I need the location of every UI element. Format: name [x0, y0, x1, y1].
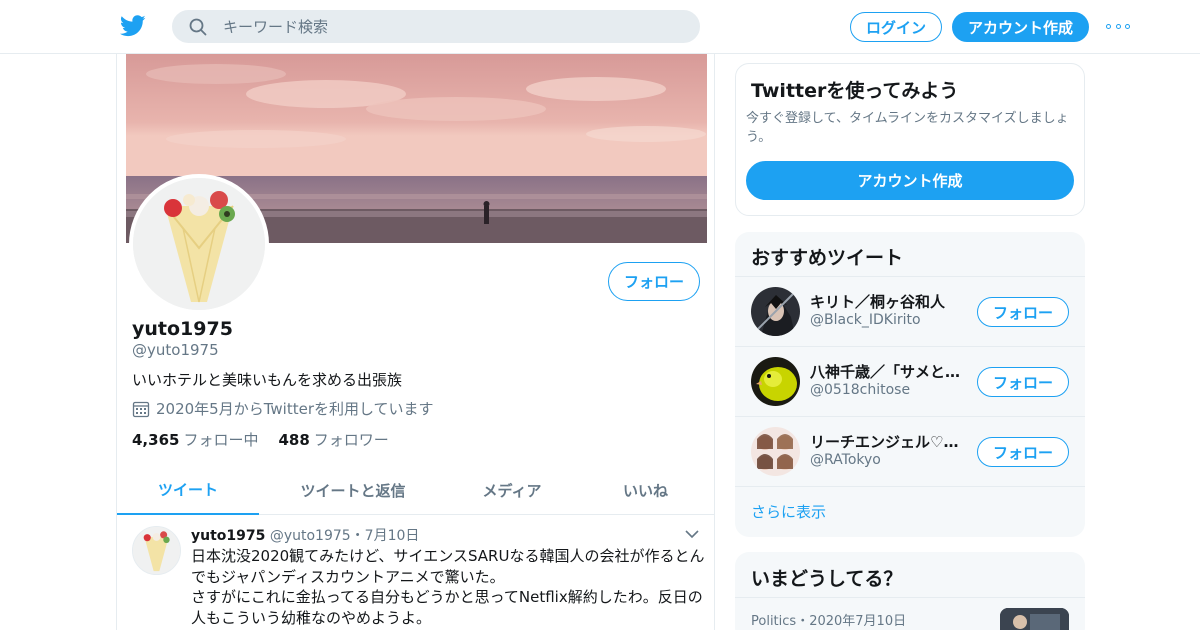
tweet-author-name[interactable]: yuto1975	[191, 528, 265, 544]
crepe-avatar-image	[133, 178, 265, 310]
tweet-text: 日本沈没2020観てみたけど、サイエンスSARUなる韓国人の会社が作るとん でも…	[191, 546, 706, 628]
profile-display-name[interactable]: yuto1975	[132, 318, 233, 340]
group-photo-avatar-image	[751, 427, 800, 476]
calendar-icon	[132, 401, 150, 417]
followers-label: フォロワー	[313, 431, 389, 449]
chevron-down-icon[interactable]	[684, 529, 700, 539]
profile-avatar[interactable]	[129, 174, 269, 314]
followers-stat[interactable]: 488 フォロワー	[278, 429, 388, 450]
signup-card-button[interactable]: アカウント作成	[746, 161, 1074, 200]
suggested-handle[interactable]: @RATokyo	[810, 452, 881, 468]
suggested-title: おすすめツイート	[751, 247, 904, 269]
tab-media[interactable]: メディア	[447, 465, 577, 515]
following-stat[interactable]: 4,365 フォロー中	[132, 429, 258, 450]
follow-button[interactable]: フォロー	[977, 297, 1069, 327]
trends-title: いまどうしてる？	[751, 568, 903, 590]
top-navigation-bar: ログイン アカウント作成	[0, 0, 1200, 54]
twitter-bird-icon[interactable]	[120, 14, 146, 38]
tab-likes[interactable]: いいね	[577, 465, 714, 515]
suggested-name[interactable]: リーチエンジェル♡…	[810, 431, 970, 452]
suggested-avatar[interactable]	[751, 427, 800, 476]
tab-tweets-and-replies[interactable]: ツイートと返信	[259, 465, 447, 515]
trend-photo	[1000, 608, 1069, 630]
tweet-author-handle[interactable]: @yuto1975	[270, 528, 351, 544]
show-more-link[interactable]: さらに表示	[751, 501, 826, 522]
search-icon	[189, 18, 207, 36]
suggested-handle[interactable]: @Black_IDKirito	[810, 312, 921, 328]
profile-joined-date: 2020年5月からTwitterを利用しています	[132, 398, 434, 419]
suggested-account[interactable]: リーチエンジェル♡… @RATokyo フォロー	[735, 417, 1085, 487]
tweet-text-line: でもジャパンディスカウントアニメで驚いた。	[191, 567, 505, 586]
trends-card: いまどうしてる？ Politics・2020年7月10日	[735, 552, 1085, 630]
signup-card-description: 今すぐ登録して、タイムラインをカスタマイズしましょう。	[746, 111, 1069, 145]
crepe-avatar-image	[133, 527, 180, 574]
trend-item[interactable]: Politics・2020年7月10日	[735, 597, 1085, 630]
suggested-handle[interactable]: @0518chitose	[810, 382, 910, 398]
follow-button[interactable]: フォロー	[977, 437, 1069, 467]
signup-card-title: Twitterを使ってみよう	[751, 80, 959, 102]
trend-meta: Politics・2020年7月10日	[751, 610, 906, 629]
trend-category: Politics	[751, 614, 797, 629]
profile-bio: いいホテルと美味いもんを求める出張族	[132, 371, 403, 389]
profile-handle[interactable]: @yuto1975	[132, 341, 219, 359]
tweet-item[interactable]: yuto1975 @yuto1975・7月10日 日本沈没2020観てみたけど、…	[117, 516, 714, 630]
suggested-accounts-card: おすすめツイート キリト／桐ヶ谷和人 @Black_IDKirito フォロー	[735, 232, 1085, 537]
more-dots-icon[interactable]	[1106, 18, 1130, 34]
tweet-separator: ・	[350, 528, 365, 544]
suggested-avatar[interactable]	[751, 287, 800, 336]
follow-button[interactable]: フォロー	[608, 262, 700, 301]
tweet-text-line: さすがにこれに金払ってる自分もどうかと思ってNetflix解約したわ。反日の	[191, 588, 703, 606]
kirito-avatar-image	[751, 287, 800, 336]
bird-avatar-image	[751, 357, 800, 406]
suggested-name[interactable]: キリト／桐ヶ谷和人	[810, 291, 970, 312]
follow-button[interactable]: フォロー	[977, 367, 1069, 397]
search-bar	[172, 10, 700, 43]
suggested-list: キリト／桐ヶ谷和人 @Black_IDKirito フォロー 八神千歳／「サメと…	[735, 276, 1085, 487]
following-count: 4,365	[132, 431, 180, 449]
tweet-header: yuto1975 @yuto1975・7月10日	[191, 525, 419, 545]
profile-tabs: ツイート ツイートと返信 メディア いいね	[117, 465, 714, 515]
followers-count: 488	[278, 431, 310, 449]
tweet-date[interactable]: 7月10日	[365, 528, 420, 544]
tweet-text-line: 日本沈没2020観てみたけど、サイエンスSARUなる韓国人の会社が作るとん	[191, 547, 705, 565]
signup-button[interactable]: アカウント作成	[952, 12, 1089, 42]
search-input[interactable]	[223, 11, 683, 42]
trend-separator: ・	[796, 614, 810, 629]
tweet-avatar[interactable]	[132, 526, 181, 575]
suggested-account[interactable]: 八神千歳／「サメと… @0518chitose フォロー	[735, 347, 1085, 417]
trend-date: 2020年7月10日	[809, 614, 907, 629]
suggested-name[interactable]: 八神千歳／「サメと…	[810, 361, 970, 382]
profile-stats: 4,365 フォロー中 488 フォロワー	[132, 429, 409, 450]
following-label: フォロー中	[183, 431, 259, 449]
trend-thumbnail-image[interactable]	[1000, 608, 1069, 630]
signup-card: Twitterを使ってみよう 今すぐ登録して、タイムラインをカスタマイズしましょ…	[735, 63, 1085, 216]
suggested-account[interactable]: キリト／桐ヶ谷和人 @Black_IDKirito フォロー	[735, 277, 1085, 347]
profile-column: フォロー yuto1975 @yuto1975 いいホテルと美味いもんを求める出…	[116, 54, 715, 630]
tab-tweets[interactable]: ツイート	[117, 465, 259, 515]
joined-text: 2020年5月からTwitterを利用しています	[156, 400, 434, 418]
tweet-text-line: 人もこういう幼稚なのやめようよ。	[191, 608, 432, 627]
suggested-avatar[interactable]	[751, 357, 800, 406]
login-button[interactable]: ログイン	[850, 12, 942, 42]
